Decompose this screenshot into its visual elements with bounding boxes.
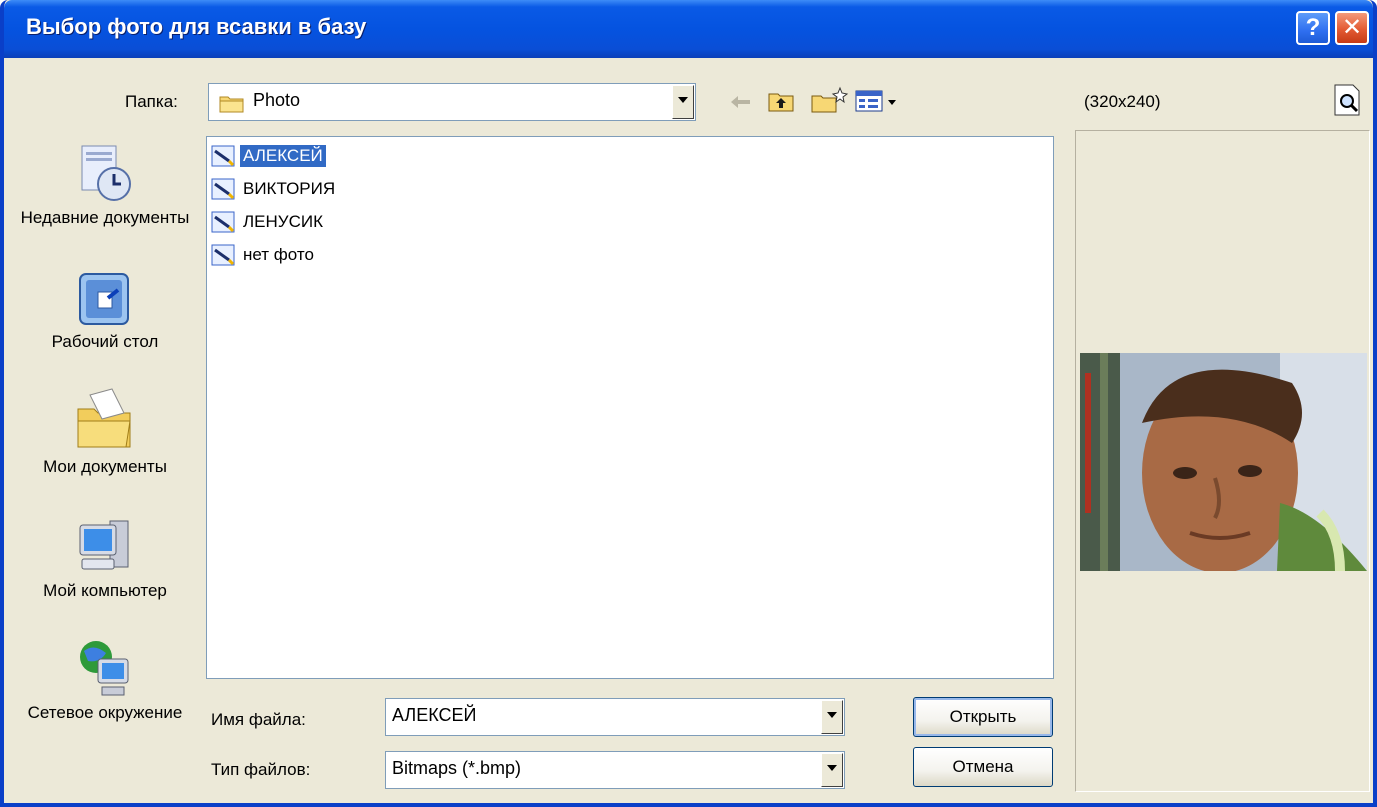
- place-my-computer-label: Мой компьютер: [43, 581, 167, 600]
- open-button[interactable]: Открыть: [913, 697, 1053, 737]
- preview-photo: [1080, 353, 1367, 571]
- preview-magnifier-icon[interactable]: [1327, 82, 1367, 118]
- filetype-label: Тип файлов:: [211, 760, 311, 779]
- recent-documents-icon: [81, 145, 131, 201]
- chevron-down-icon[interactable]: [821, 700, 843, 734]
- dialog-window: Выбор фото для всавки в базу ? ✕ Папка: …: [0, 0, 1377, 807]
- desktop-icon: [79, 273, 129, 325]
- folder-combo[interactable]: Photo: [208, 83, 696, 121]
- place-network-label: Сетевое окружение: [27, 703, 183, 722]
- bitmap-file-icon: [211, 244, 235, 266]
- bitmap-file-icon: [211, 211, 235, 233]
- my-computer-icon: [79, 520, 129, 570]
- new-folder-icon[interactable]: [810, 86, 850, 114]
- filename-label: Имя файла:: [211, 710, 306, 729]
- view-menu-icon[interactable]: [854, 88, 902, 114]
- place-my-computer[interactable]: Мой компьютер: [10, 515, 200, 601]
- place-desktop-label: Рабочий стол: [51, 332, 159, 351]
- file-name: ЛЕНУСИК: [243, 212, 323, 231]
- places-bar: Недавние документы Рабочий стол Мои доку…: [10, 130, 200, 780]
- window-title: Выбор фото для всавки в базу: [26, 14, 367, 39]
- place-recent-documents-label: Недавние документы: [20, 208, 190, 227]
- bitmap-file-icon: [211, 145, 235, 167]
- bitmap-file-icon: [211, 178, 235, 200]
- list-item[interactable]: ЛЕНУСИК: [211, 208, 326, 236]
- file-name: ВИКТОРИЯ: [243, 179, 336, 198]
- my-documents-icon: [77, 388, 131, 448]
- file-list[interactable]: АЛЕКСЕЙ ВИКТОРИЯ ЛЕНУСИК нет фото: [206, 136, 1054, 679]
- chevron-down-icon[interactable]: [821, 753, 843, 787]
- preview-resolution: (320x240): [1084, 92, 1161, 111]
- network-icon: [80, 641, 129, 696]
- back-arrow-icon[interactable]: [728, 92, 754, 112]
- list-item[interactable]: нет фото: [211, 241, 317, 269]
- chevron-down-icon[interactable]: [672, 85, 694, 119]
- help-button[interactable]: ?: [1296, 11, 1330, 45]
- cancel-button[interactable]: Отмена: [913, 747, 1053, 787]
- place-desktop[interactable]: Рабочий стол: [10, 270, 200, 352]
- list-item[interactable]: АЛЕКСЕЙ: [211, 142, 326, 170]
- filename-input[interactable]: АЛЕКСЕЙ: [385, 698, 845, 736]
- folder-label: Папка:: [125, 92, 178, 111]
- place-my-documents-label: Мои документы: [43, 457, 167, 476]
- place-my-documents[interactable]: Мои документы: [10, 385, 200, 477]
- folder-value: Photo: [253, 90, 301, 110]
- close-button[interactable]: ✕: [1335, 11, 1369, 45]
- filetype-select[interactable]: Bitmaps (*.bmp): [385, 751, 845, 789]
- place-recent-documents[interactable]: Недавние документы: [10, 140, 200, 228]
- place-network[interactable]: Сетевое окружение: [10, 635, 200, 723]
- filename-value: АЛЕКСЕЙ: [392, 705, 477, 725]
- folder-icon: [219, 96, 244, 113]
- list-item[interactable]: ВИКТОРИЯ: [211, 175, 338, 203]
- title-bar[interactable]: Выбор фото для всавки в базу ? ✕: [4, 0, 1373, 58]
- up-folder-icon[interactable]: [767, 88, 795, 114]
- file-name: нет фото: [243, 245, 314, 264]
- filetype-value: Bitmaps (*.bmp): [392, 758, 522, 778]
- file-name: АЛЕКСЕЙ: [240, 145, 326, 167]
